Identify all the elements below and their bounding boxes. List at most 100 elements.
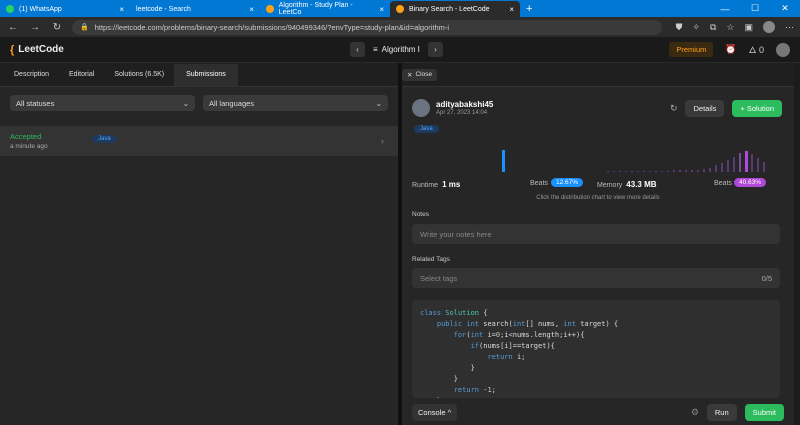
flame-icon: 🜂 <box>748 44 757 55</box>
tags-select[interactable]: Select tags 0/5 <box>412 268 780 288</box>
close-icon[interactable]: × <box>119 5 124 14</box>
notes-input[interactable]: Write your notes here <box>412 224 780 244</box>
premium-button[interactable]: Premium <box>669 42 714 57</box>
forward-icon[interactable]: → <box>28 22 42 33</box>
status-filter-select[interactable]: All statuses ⌄ <box>10 95 195 111</box>
browser-tab-binary-search[interactable]: Binary Search - LeetCode × <box>390 1 520 17</box>
problem-tabs: Description Editorial Solutions (6.5K) S… <box>0 63 398 87</box>
details-button[interactable]: Details <box>685 99 725 117</box>
runtime-value: 1 ms <box>442 180 461 189</box>
lock-icon: 🔒 <box>80 24 89 31</box>
tab-solutions[interactable]: Solutions (6.5K) <box>104 64 174 86</box>
header-actions: Premium ⏰ 🜂 0 <box>669 41 790 59</box>
memory-beats-label: Beats <box>714 180 732 187</box>
alarm-icon[interactable]: ⏰ <box>725 44 736 55</box>
close-icon[interactable]: × <box>379 5 384 14</box>
chevron-right-icon: › <box>381 136 384 146</box>
submission-row[interactable]: Accepted a minute ago Java › <box>0 126 398 156</box>
code-line: class Solution { <box>420 309 488 317</box>
more-icon[interactable]: ⋯ <box>785 22 794 33</box>
close-icon[interactable]: × <box>249 5 254 14</box>
author-avatar <box>412 99 430 117</box>
submit-button[interactable]: Submit <box>744 404 784 421</box>
code-line: return -1; <box>453 386 496 394</box>
editor-bottom-bar: Console ^ ⚙ Run Submit <box>402 400 794 425</box>
browser-tab-search[interactable]: leetcode - Search × <box>130 1 260 17</box>
run-button[interactable]: Run <box>706 404 737 421</box>
refresh-icon[interactable]: ↻ <box>670 103 678 114</box>
study-plan-title[interactable]: ≡ Algorithm I <box>373 45 420 54</box>
console-button[interactable]: Console ^ <box>412 404 458 421</box>
tab-description[interactable]: Description <box>4 64 59 86</box>
debug-icon[interactable]: ⚙ <box>691 407 699 418</box>
code-line: } <box>420 364 475 372</box>
next-problem-button[interactable]: › <box>427 42 443 57</box>
close-window-icon[interactable]: ✕ <box>770 3 800 14</box>
run-actions: ⚙ Run Submit <box>691 404 784 421</box>
tags-placeholder: Select tags <box>420 273 458 283</box>
submission-time: a minute ago <box>10 143 48 150</box>
notes-label: Notes <box>412 211 429 218</box>
new-tab-button[interactable]: + <box>520 1 538 17</box>
browser-toolbar: ← → ↻ 🔒 https://leetcode.com/problems/bi… <box>0 17 800 37</box>
notes-placeholder: Write your notes here <box>420 229 492 239</box>
language-filter-select[interactable]: All languages ⌄ <box>203 95 388 111</box>
code-line: } <box>420 396 772 398</box>
streak-count: 0 <box>758 44 764 55</box>
profile-avatar[interactable] <box>763 21 775 33</box>
memory-value: 43.3 MB <box>626 180 657 189</box>
address-bar[interactable]: 🔒 https://leetcode.com/problems/binary-s… <box>72 19 662 35</box>
tab-title: (1) WhatsApp <box>19 5 62 13</box>
tab-editorial[interactable]: Editorial <box>59 64 104 86</box>
distribution-chart[interactable] <box>412 148 782 183</box>
url-text: https://leetcode.com/problems/binary-sea… <box>94 22 450 32</box>
back-icon[interactable]: ← <box>6 22 20 33</box>
chevron-down-icon: ⌄ <box>182 98 189 108</box>
language-badge: Java <box>414 125 439 133</box>
submission-filters: All statuses ⌄ All languages ⌄ <box>0 87 398 119</box>
reload-icon[interactable]: ↻ <box>50 22 64 33</box>
browser-tab-study-plan[interactable]: Algorithm - Study Plan - LeetCo × <box>260 1 390 17</box>
language-filter-value: All languages <box>209 98 255 108</box>
leetcode-icon <box>396 5 404 13</box>
leetcode-logo[interactable]: { LeetCode <box>10 44 64 56</box>
collections-icon[interactable]: ▣ <box>744 22 753 33</box>
scrollbar[interactable] <box>794 63 800 425</box>
code-line: } <box>420 375 458 383</box>
related-tags-label: Related Tags <box>412 256 450 263</box>
distribution-hint: Click the distribution chart to view mor… <box>536 195 660 201</box>
tab-submissions[interactable]: Submissions <box>174 63 238 86</box>
memory-beats-pill: 40.63% <box>734 178 767 187</box>
submission-date: Apr 27, 2023 14:04 <box>436 110 488 116</box>
runtime-beats-pill: 12.67% <box>551 178 584 187</box>
performance-distribution[interactable]: Runtime 1 ms Beats 12.67% Memory 43.3 MB B… <box>412 143 782 203</box>
streak-counter[interactable]: 🜂 0 <box>749 41 764 59</box>
problem-navigation: ‹ ≡ Algorithm I › <box>350 42 443 57</box>
shield-icon[interactable]: ⛊ <box>676 22 683 33</box>
browser-tab-whatsapp[interactable]: (1) WhatsApp × <box>0 1 130 17</box>
user-avatar[interactable] <box>776 42 790 57</box>
status-filter-value: All statuses <box>16 98 55 108</box>
memory-label: Memory <box>597 182 623 189</box>
tab-title: Algorithm - Study Plan - LeetCo <box>278 2 353 16</box>
solution-button[interactable]: + Solution <box>732 99 782 117</box>
submission-detail-panel: ✕ Close adityabakshi45 Apr 27, 2023 14:0… <box>402 63 794 425</box>
author-info: adityabakshi45 Apr 27, 2023 14:04 <box>436 100 493 116</box>
favorites-icon[interactable]: ☆ <box>726 22 734 33</box>
extension-icon[interactable]: ✧ <box>692 22 700 33</box>
maximize-icon[interactable]: ☐ <box>740 3 770 14</box>
code-line: for(int i=0;i<nums.length;i++){ <box>453 331 585 339</box>
puzzle-icon[interactable]: ⧉ <box>710 22 716 33</box>
close-icon[interactable]: × <box>509 5 514 14</box>
code-line: return i; <box>487 353 526 361</box>
prev-problem-button[interactable]: ‹ <box>350 42 365 57</box>
leetcode-logo-icon: { <box>10 43 15 56</box>
submission-status: Accepted <box>10 132 42 141</box>
minimize-icon[interactable]: — <box>710 4 740 14</box>
tags-count: 0/5 <box>761 273 772 283</box>
code-viewer[interactable]: class Solution { public int search(int[]… <box>412 300 780 398</box>
close-button[interactable]: ✕ Close <box>402 68 438 81</box>
tab-title: Binary Search - LeetCode <box>409 5 490 13</box>
close-icon: ✕ <box>407 71 413 79</box>
logo-text: LeetCode <box>18 44 64 55</box>
